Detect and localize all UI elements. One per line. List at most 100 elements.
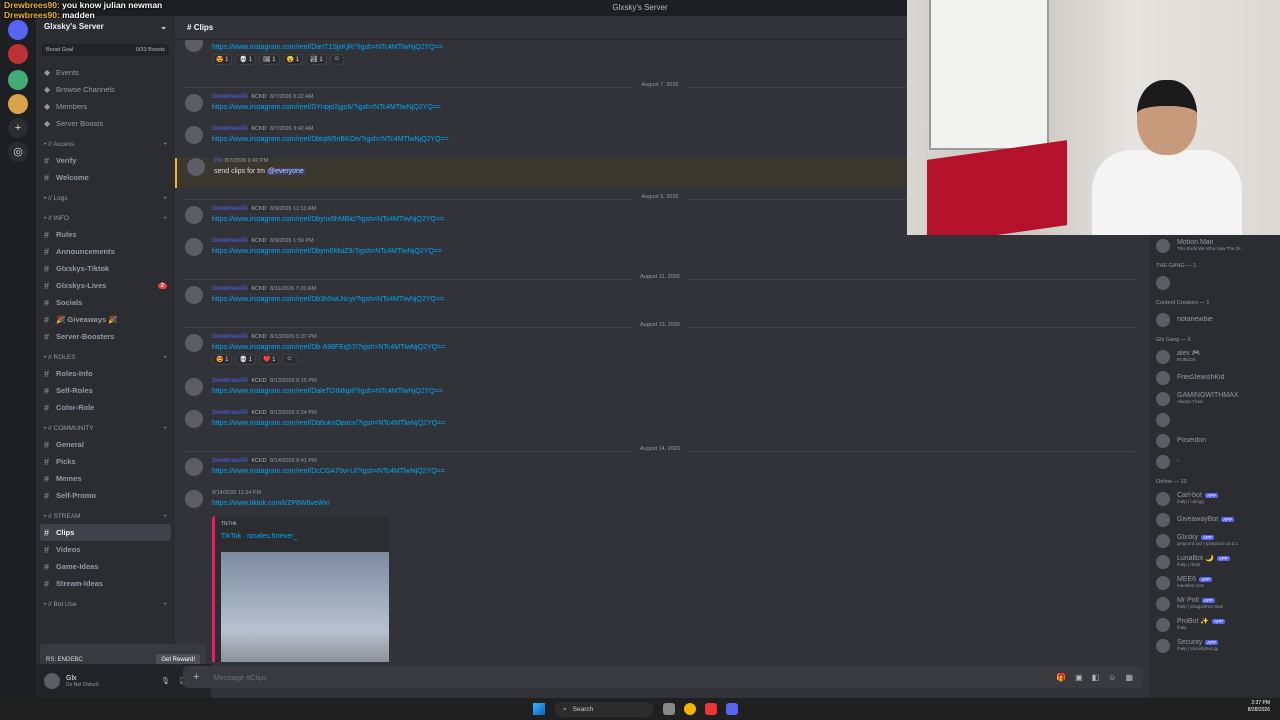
member-row[interactable]: GiveawayBot APP xyxy=(1150,509,1280,530)
member-row[interactable]: ProBot ✨ APP/help xyxy=(1150,614,1280,635)
message-link[interactable]: https://www.instagram.com/reel/Db3h5wLNc… xyxy=(212,296,444,303)
message-composer[interactable]: + Message #Clips 🎁 ▣ ◧ ☺ ▦ xyxy=(183,666,1143,688)
emoji-icon[interactable]: ☺ xyxy=(1108,673,1116,682)
avatar[interactable] xyxy=(185,206,203,224)
nav-boost[interactable]: ◆ Server Boosts xyxy=(36,115,175,132)
add-channel-icon[interactable]: + xyxy=(163,215,167,222)
avatar[interactable] xyxy=(185,458,203,476)
author-name[interactable]: Drewbrees90 xyxy=(212,286,249,292)
author-name[interactable]: Drewbrees90 xyxy=(212,94,249,100)
category-header[interactable]: • // Bot Use + xyxy=(36,596,175,612)
channel-general[interactable]: # General xyxy=(36,436,175,453)
embed-thumbnail[interactable] xyxy=(221,552,389,662)
add-channel-icon[interactable]: + xyxy=(163,141,167,148)
message-link[interactable]: https://www.instagram.com/reel/DanT1SjxK… xyxy=(212,44,443,51)
reaction[interactable]: ❤️ 1 xyxy=(258,354,280,365)
message-link[interactable]: https://www.instagram.com/reel/DYnpjo2gj… xyxy=(212,104,441,111)
message-link[interactable]: https://www.tiktok.com/t/ZP8W8veWx/ xyxy=(212,500,330,507)
explore-icon[interactable]: ◎ xyxy=(8,142,28,162)
sticker-icon[interactable]: ◧ xyxy=(1092,673,1100,682)
gif-icon[interactable]: ▣ xyxy=(1075,673,1083,682)
boost-goal[interactable]: Boost Goal 0/33 Boosts xyxy=(42,44,169,56)
channel-stream-ideas[interactable]: # Stream-Ideas xyxy=(36,575,175,592)
avatar[interactable] xyxy=(44,673,60,689)
author-name[interactable]: Drewbrees90 xyxy=(212,410,249,416)
discord-icon[interactable] xyxy=(726,703,738,715)
member-row[interactable]: LunaBot 🌙 APP/help | /help xyxy=(1150,551,1280,572)
taskbar-search[interactable]: ⌕ Search xyxy=(554,701,654,717)
add-reaction-icon[interactable]: ☺ xyxy=(329,54,344,65)
nav-calendar[interactable]: ◆ Events xyxy=(36,64,175,81)
author-name[interactable]: Drewbrees90 xyxy=(212,378,249,384)
message-link[interactable]: https://www.instagram.com/reel/Db-A98FEq… xyxy=(212,344,445,351)
member-row[interactable]: Security APP/help | securitybot.gg xyxy=(1150,635,1280,656)
nav-members[interactable]: ◆ Members xyxy=(36,98,175,115)
avatar[interactable] xyxy=(185,410,203,428)
member-row[interactable]: notanewbie xyxy=(1150,309,1280,330)
category-header[interactable]: • // Access + xyxy=(36,136,175,152)
author-name[interactable]: Drewbrees90 xyxy=(212,334,249,340)
channel-verify[interactable]: # Verify xyxy=(36,152,175,169)
server-icon[interactable] xyxy=(8,94,28,114)
message-input[interactable]: Message #Clips xyxy=(213,673,266,682)
author-name[interactable]: Drewbrees90 xyxy=(212,206,249,212)
add-reaction-icon[interactable]: ☺ xyxy=(282,354,297,365)
home-icon[interactable] xyxy=(8,20,28,40)
channel-memes[interactable]: # Memes xyxy=(36,470,175,487)
message-link[interactable]: https://www.instagram.com/reel/DaleTGtNN… xyxy=(212,388,443,395)
windows-start-icon[interactable] xyxy=(533,703,545,715)
channel-glxskys-lives[interactable]: # Glxskys-Lives 2 xyxy=(36,277,175,294)
category-header[interactable]: • // STREAM + xyxy=(36,508,175,524)
member-row[interactable]: Motion Man This Ends We Who Saw The Di... xyxy=(1150,235,1280,256)
channel--giveaways-[interactable]: # 🎉 Giveaways 🎉 xyxy=(36,311,175,328)
reaction[interactable]: 😍 1 xyxy=(212,354,233,365)
author-name[interactable]: Drewbrees90 xyxy=(212,238,249,244)
channel-glxskys-tiktok[interactable]: # Glxskys-Tiktok xyxy=(36,260,175,277)
clock[interactable]: 2:37 PM 8/28/2026 xyxy=(1248,700,1270,713)
reaction[interactable]: 💀 1 xyxy=(235,354,256,365)
member-row[interactable]: alex 🎮 ROBLOX xyxy=(1150,346,1280,367)
mention[interactable]: @everyone xyxy=(266,168,305,175)
add-channel-icon[interactable]: + xyxy=(163,354,167,361)
nav-browse[interactable]: ◆ Browse Channels xyxy=(36,81,175,98)
message-link[interactable]: https://www.instagram.com/reel/Dbynx6hMB… xyxy=(212,216,444,223)
channel-self-promo[interactable]: # Self-Promo xyxy=(36,487,175,504)
reaction[interactable]: 🖼 1 xyxy=(258,54,280,65)
channel-roles-info[interactable]: # Roles-Info xyxy=(36,365,175,382)
author-name[interactable]: Drewbrees90 xyxy=(212,458,249,464)
member-row[interactable]: Carl-bot APP/help | carl.gg xyxy=(1150,488,1280,509)
server-icon[interactable] xyxy=(8,44,28,64)
category-header[interactable]: • // INFO + xyxy=(36,210,175,226)
add-channel-icon[interactable]: + xyxy=(163,425,167,432)
avatar[interactable] xyxy=(185,286,203,304)
avatar[interactable] xyxy=(185,94,203,112)
add-channel-icon[interactable]: + xyxy=(163,513,167,520)
add-channel-icon[interactable]: + xyxy=(163,195,167,202)
reaction[interactable]: 😍 1 xyxy=(212,54,233,65)
channel-game-ideas[interactable]: # Game-Ideas xyxy=(36,558,175,575)
avatar[interactable] xyxy=(185,490,203,508)
channel-color-role[interactable]: # Color-Role xyxy=(36,399,175,416)
chrome-icon[interactable] xyxy=(684,703,696,715)
apps-icon[interactable]: ▦ xyxy=(1125,673,1133,682)
channel-picks[interactable]: # Picks xyxy=(36,453,175,470)
channel-announcements[interactable]: # Announcements xyxy=(36,243,175,260)
channel-server-boosters[interactable]: # Server-Boosters xyxy=(36,328,175,345)
channel-socials[interactable]: # Socials xyxy=(36,294,175,311)
member-row[interactable]: Mr Poll APP/help | Dragonfruit Start xyxy=(1150,593,1280,614)
add-channel-icon[interactable]: + xyxy=(163,601,167,608)
member-row[interactable]: - xyxy=(1150,451,1280,472)
avatar[interactable] xyxy=(185,238,203,256)
add-server-icon[interactable]: + xyxy=(8,118,28,138)
avatar[interactable] xyxy=(185,378,203,396)
reaction[interactable]: 🏞 1 xyxy=(306,54,327,65)
channel-rules[interactable]: # Rules xyxy=(36,226,175,243)
avatar[interactable] xyxy=(185,40,203,52)
reaction[interactable]: 😮 1 xyxy=(282,54,304,65)
server-icon[interactable] xyxy=(8,70,28,90)
category-header[interactable]: • // COMMUNITY + xyxy=(36,420,175,436)
app-icon[interactable] xyxy=(705,703,717,715)
message-link[interactable]: https://www.instagram.com/reel/Db6uknOpo… xyxy=(212,420,445,427)
message-link[interactable]: https://www.instagram.com/reel/DcCGA70vi… xyxy=(212,468,445,475)
member-row[interactable]: Poseidon xyxy=(1150,430,1280,451)
